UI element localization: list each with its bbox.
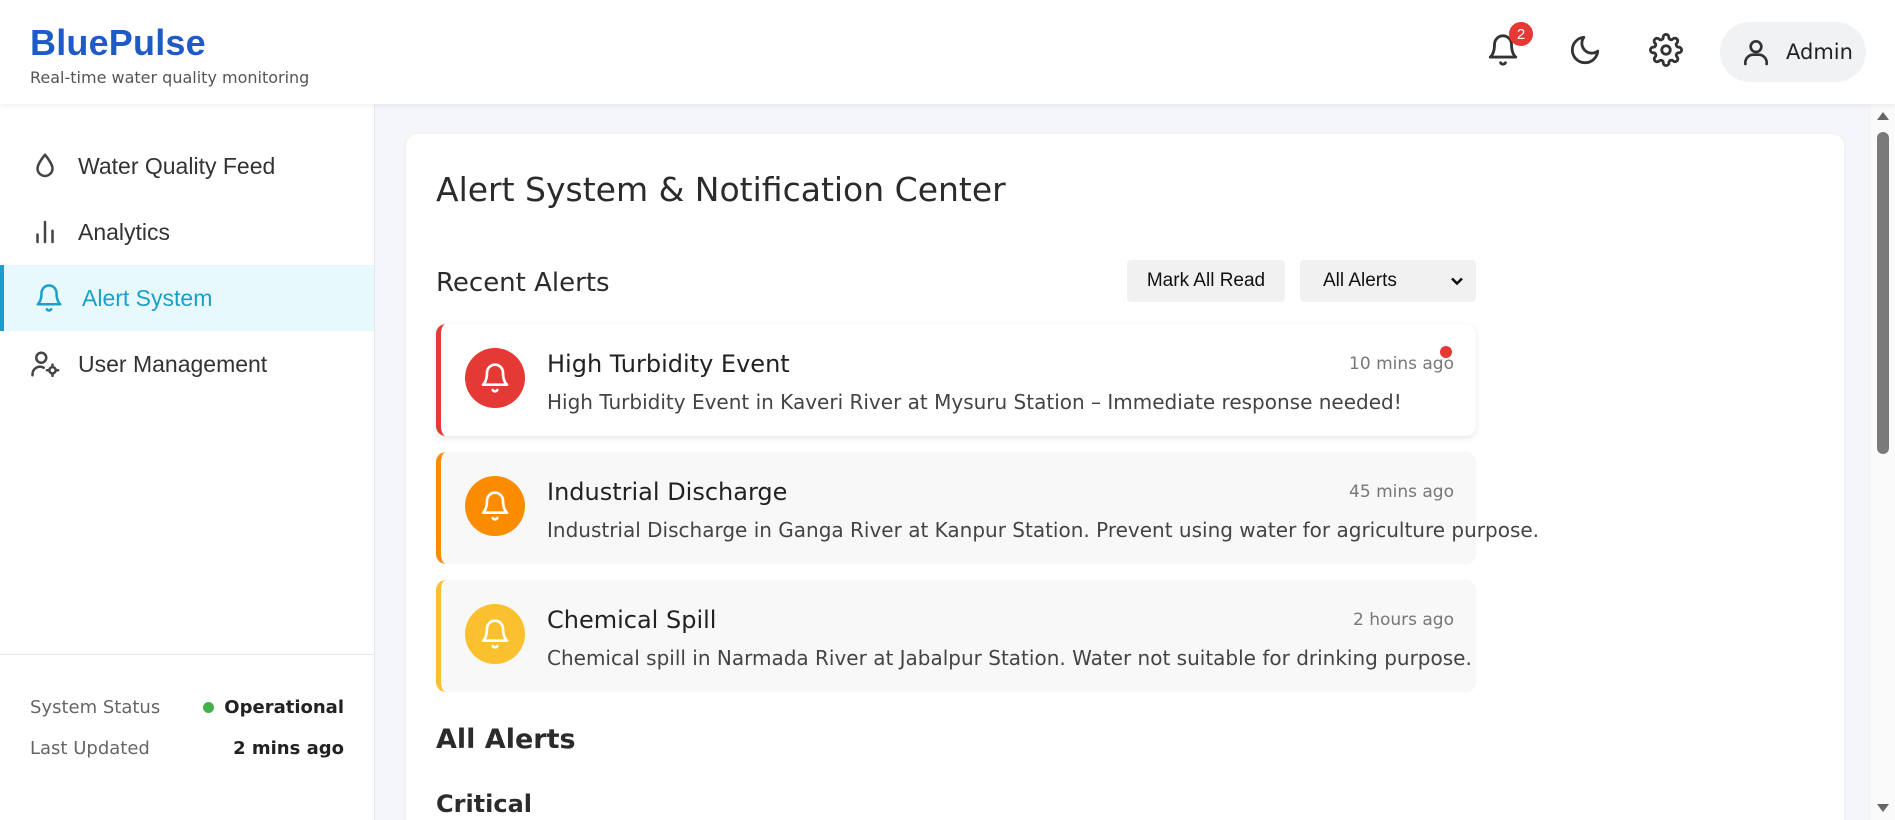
sidebar-item-analytics[interactable]: Analytics [0,199,374,265]
alert-title: High Turbidity Event [547,350,790,378]
system-status-row: System Status Operational [30,687,344,728]
system-status-text: Operational [224,697,344,718]
brand-title[interactable]: BluePulse [30,22,309,64]
bell-icon [481,363,509,393]
droplet-icon [36,153,54,178]
sidebar-item-alert-system[interactable]: Alert System [0,265,374,331]
page-title: Alert System & Notification Center [436,170,1006,209]
alert-message: Chemical spill in Narmada River at Jabal… [547,646,1472,670]
sidebar-item-label: Water Quality Feed [78,152,276,179]
dark-mode-toggle[interactable] [1565,30,1605,70]
alert-icon [465,476,525,536]
chevron-down-icon [1451,277,1463,286]
all-alerts-title: All Alerts [436,724,576,755]
system-status-panel: System Status Operational Last Updated 2… [0,654,374,769]
user-icon [1744,40,1768,66]
recent-alerts-title: Recent Alerts [436,268,610,298]
scroll-up-arrow-icon[interactable] [1877,112,1889,120]
brand: BluePulse Real-time water quality monito… [30,22,309,87]
sidebar: Water Quality Feed Analytics Alert Syste… [0,104,375,820]
scrollbar-thumb[interactable] [1877,132,1889,454]
alert-message: Industrial Discharge in Ganga River at K… [547,518,1540,542]
alert-icon [465,604,525,664]
alert-center-card: Alert System & Notification Center Recen… [406,134,1844,820]
alert-item[interactable]: High Turbidity Event High Turbidity Even… [436,324,1476,436]
alert-message: High Turbidity Event in Kaveri River at … [547,390,1402,414]
filter-selected-value: All Alerts [1323,270,1397,291]
sidebar-item-label: Alert System [82,284,213,311]
alert-item[interactable]: Chemical Spill Chemical spill in Narmada… [436,580,1476,692]
bell-icon [36,284,62,312]
system-status-label: System Status [30,697,161,718]
status-dot [203,702,215,713]
sidebar-item-water-quality-feed[interactable]: Water Quality Feed [0,133,374,199]
alert-title: Industrial Discharge [547,478,788,506]
notifications-button[interactable]: 2 [1483,22,1533,70]
user-gear-icon [31,351,60,378]
user-menu-button[interactable]: Admin [1720,22,1866,82]
settings-button[interactable] [1646,30,1686,70]
bell-icon [481,491,509,521]
sidebar-item-label: User Management [78,350,268,377]
alert-item[interactable]: Industrial Discharge Industrial Discharg… [436,452,1539,564]
alert-title: Chemical Spill [547,606,717,634]
main-content: Alert System & Notification Center Recen… [376,104,1871,820]
alert-time: 10 mins ago [1349,354,1454,374]
gear-icon [1649,33,1683,67]
brand-tagline: Real-time water quality monitoring [30,68,310,87]
mark-all-read-button[interactable]: Mark All Read [1127,260,1285,302]
unread-indicator [1440,346,1452,358]
last-updated-row: Last Updated 2 mins ago [30,728,344,769]
critical-section-title: Critical [436,790,533,818]
bar-chart-icon [36,220,54,244]
alert-time: 45 mins ago [1349,482,1454,502]
sidebar-item-label: Analytics [78,218,171,245]
last-updated-value: 2 mins ago [233,738,344,759]
last-updated-label: Last Updated [30,738,150,759]
alert-icon [465,348,525,408]
notification-badge: 2 [1509,22,1533,46]
alert-filter-select[interactable]: All Alerts [1300,260,1476,302]
scroll-down-arrow-icon[interactable] [1877,804,1889,812]
alert-time: 2 hours ago [1352,610,1454,630]
moon-icon [1570,35,1600,65]
top-header: BluePulse Real-time water quality monito… [0,0,1895,104]
bell-icon [481,619,509,649]
system-status-value: Operational [203,697,344,718]
user-label: Admin [1786,40,1853,64]
sidebar-item-user-management[interactable]: User Management [0,331,374,397]
page-scrollbar[interactable] [1871,104,1895,820]
